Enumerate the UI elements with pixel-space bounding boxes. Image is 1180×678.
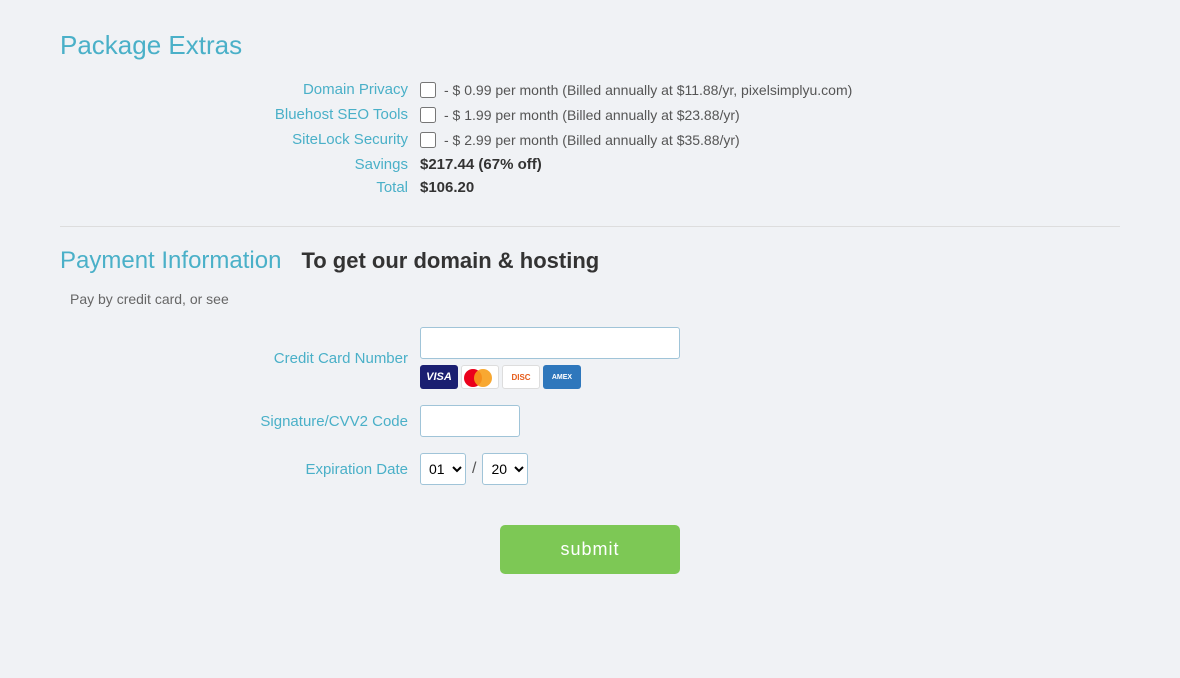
- discover-icon: DISC: [502, 365, 540, 389]
- extra-row-domain-privacy: Domain Privacy - $ 0.99 per month (Bille…: [60, 81, 1120, 98]
- expiry-row: Expiration Date 01 02 03 04 05 06 07 08 …: [60, 453, 1120, 485]
- extra-checkbox-domain-privacy[interactable]: [420, 82, 436, 98]
- cc-input-area: VISA DISC AMEX: [420, 327, 680, 389]
- pay-by-text: Pay by credit card, or see: [60, 291, 1120, 307]
- cvv-row: Signature/CVV2 Code: [60, 405, 1120, 437]
- extra-value-domain-privacy: - $ 0.99 per month (Billed annually at $…: [420, 82, 852, 98]
- expiry-area: 01 02 03 04 05 06 07 08 09 10 11 12 / 20…: [420, 453, 528, 485]
- page-container: Package Extras Domain Privacy - $ 0.99 p…: [0, 0, 1180, 678]
- extra-value-sitelock: - $ 2.99 per month (Billed annually at $…: [420, 132, 740, 148]
- cvv-label: Signature/CVV2 Code: [60, 413, 420, 430]
- extra-description-domain-privacy: - $ 0.99 per month (Billed annually at $…: [444, 82, 852, 98]
- expiry-year-select[interactable]: 20 21 22 23 24 25 26 27 28 29 30: [482, 453, 528, 485]
- mastercard-icon: [461, 365, 499, 389]
- extra-checkbox-seo-tools[interactable]: [420, 107, 436, 123]
- total-label: Total: [60, 179, 420, 196]
- expiry-separator: /: [472, 460, 476, 478]
- extra-label-seo-tools: Bluehost SEO Tools: [60, 106, 420, 123]
- savings-value: $217.44 (67% off): [420, 156, 542, 173]
- amex-icon: AMEX: [543, 365, 581, 389]
- extra-checkbox-sitelock[interactable]: [420, 132, 436, 148]
- submit-button[interactable]: submit: [500, 525, 679, 574]
- cc-input[interactable]: [420, 327, 680, 359]
- cc-label: Credit Card Number: [60, 350, 420, 367]
- savings-label: Savings: [60, 156, 420, 173]
- visa-icon: VISA: [420, 365, 458, 389]
- expiry-label: Expiration Date: [60, 461, 420, 478]
- card-icons: VISA DISC AMEX: [420, 365, 680, 389]
- payment-section: Payment Information To get our domain & …: [60, 247, 1120, 485]
- cvv-input[interactable]: [420, 405, 520, 437]
- package-extras-title: Package Extras: [60, 30, 1120, 61]
- extra-row-sitelock: SiteLock Security - $ 2.99 per month (Bi…: [60, 131, 1120, 148]
- extra-label-domain-privacy: Domain Privacy: [60, 81, 420, 98]
- extra-label-sitelock: SiteLock Security: [60, 131, 420, 148]
- payment-subtitle: To get our domain & hosting: [301, 248, 599, 274]
- cc-number-row: Credit Card Number VISA DISC AMEX: [60, 327, 1120, 389]
- payment-header: Payment Information To get our domain & …: [60, 247, 1120, 275]
- savings-row: Savings $217.44 (67% off): [60, 156, 1120, 173]
- section-divider: [60, 226, 1120, 227]
- extra-description-sitelock: - $ 2.99 per month (Billed annually at $…: [444, 132, 740, 148]
- submit-area: submit: [60, 525, 1120, 574]
- extra-row-seo-tools: Bluehost SEO Tools - $ 1.99 per month (B…: [60, 106, 1120, 123]
- total-row: Total $106.20: [60, 179, 1120, 196]
- payment-title: Payment Information: [60, 247, 281, 275]
- extra-value-seo-tools: - $ 1.99 per month (Billed annually at $…: [420, 107, 740, 123]
- total-value: $106.20: [420, 179, 474, 196]
- package-extras-section: Package Extras Domain Privacy - $ 0.99 p…: [60, 30, 1120, 196]
- cvv-input-area: [420, 405, 520, 437]
- expiry-month-select[interactable]: 01 02 03 04 05 06 07 08 09 10 11 12: [420, 453, 466, 485]
- extra-description-seo-tools: - $ 1.99 per month (Billed annually at $…: [444, 107, 740, 123]
